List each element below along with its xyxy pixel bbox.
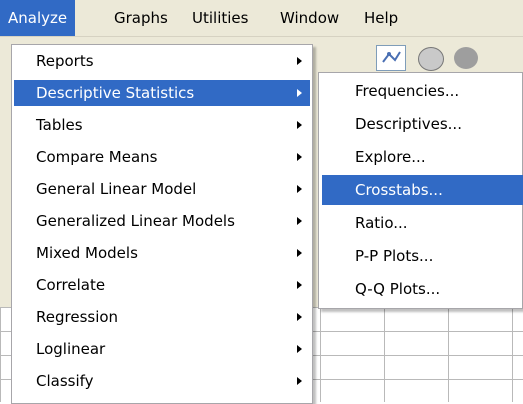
submenu-arrow-icon — [297, 153, 302, 161]
submenu-arrow-icon — [297, 281, 302, 289]
menu-item-label: Tables — [36, 116, 83, 134]
submenu-item-frequencies[interactable]: Frequencies... — [322, 76, 523, 106]
menu-utilities[interactable]: Utilities — [184, 0, 256, 36]
menu-item-regression[interactable]: Regression — [14, 304, 310, 330]
submenu-arrow-icon — [297, 57, 302, 65]
chart-tool-icon[interactable] — [376, 45, 406, 71]
submenu-item-pp-plots[interactable]: P-P Plots... — [322, 241, 523, 271]
menu-item-label: Correlate — [36, 276, 106, 294]
menu-item-general-linear-model[interactable]: General Linear Model — [14, 176, 310, 202]
submenu-item-descriptives[interactable]: Descriptives... — [322, 109, 523, 139]
circle-icon[interactable] — [454, 47, 478, 69]
submenu-arrow-icon — [297, 185, 302, 193]
menu-item-correlate[interactable]: Correlate — [14, 272, 310, 298]
submenu-item-ratio[interactable]: Ratio... — [322, 208, 523, 238]
submenu-arrow-icon — [297, 377, 302, 385]
menu-item-reports[interactable]: Reports — [14, 48, 310, 74]
globe-icon[interactable] — [418, 47, 444, 71]
menu-item-label: Classify — [36, 372, 94, 390]
menu-item-generalized-linear-models[interactable]: Generalized Linear Models — [14, 208, 310, 234]
menu-item-loglinear[interactable]: Loglinear — [14, 336, 310, 362]
submenu-arrow-icon — [297, 345, 302, 353]
menu-item-label: Generalized Linear Models — [36, 212, 235, 230]
menu-item-label: Mixed Models — [36, 244, 138, 262]
descriptive-statistics-submenu: Frequencies... Descriptives... Explore..… — [318, 72, 523, 309]
menu-graphs[interactable]: Graphs — [106, 0, 176, 36]
menu-bar: Analyze Graphs Utilities Window Help — [0, 0, 523, 37]
menu-item-label: Loglinear — [36, 340, 106, 358]
menu-help[interactable]: Help — [356, 0, 406, 36]
menu-item-label: Compare Means — [36, 148, 158, 166]
menu-item-label: Descriptive Statistics — [36, 84, 195, 102]
menu-item-tables[interactable]: Tables — [14, 112, 310, 138]
submenu-item-qq-plots[interactable]: Q-Q Plots... — [322, 274, 523, 304]
menu-window[interactable]: Window — [272, 0, 347, 36]
menu-item-classify[interactable]: Classify — [14, 368, 310, 394]
submenu-arrow-icon — [297, 313, 302, 321]
menu-item-label: Regression — [36, 308, 119, 326]
submenu-item-explore[interactable]: Explore... — [322, 142, 523, 172]
analyze-menu: Reports Descriptive Statistics Tables Co… — [11, 44, 313, 404]
submenu-item-crosstabs[interactable]: Crosstabs... — [322, 175, 523, 205]
menu-item-compare-means[interactable]: Compare Means — [14, 144, 310, 170]
submenu-arrow-icon — [297, 217, 302, 225]
menu-analyze[interactable]: Analyze — [0, 0, 76, 36]
menu-item-label: Reports — [36, 52, 94, 70]
menu-item-label: General Linear Model — [36, 180, 197, 198]
menu-item-descriptive-statistics[interactable]: Descriptive Statistics — [14, 80, 310, 106]
menu-item-mixed-models[interactable]: Mixed Models — [14, 240, 310, 266]
submenu-arrow-icon — [297, 121, 302, 129]
submenu-arrow-icon — [297, 249, 302, 257]
submenu-arrow-icon — [297, 89, 302, 97]
